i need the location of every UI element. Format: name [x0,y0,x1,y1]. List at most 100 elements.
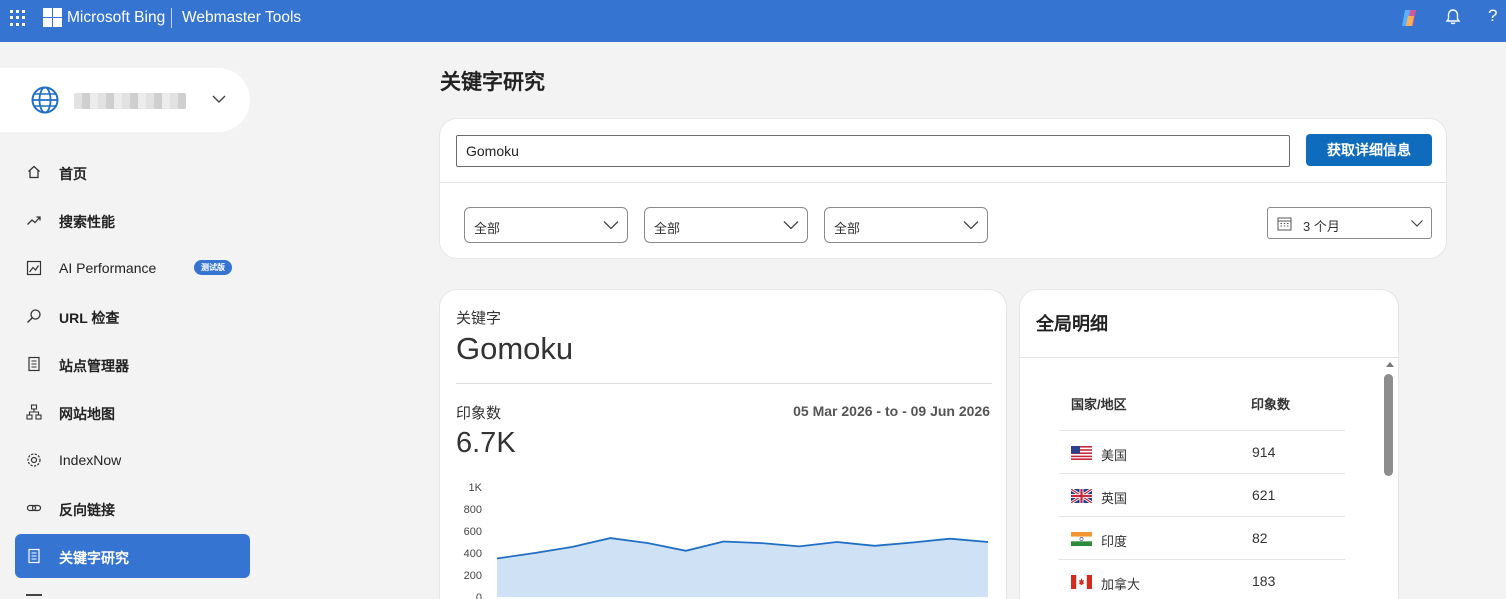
y-tick-label: 800 [464,504,482,516]
get-details-button[interactable]: 获取详细信息 [1306,134,1432,166]
country-name: 英国 [1101,491,1128,506]
ai-chart-icon [26,260,42,276]
product-name[interactable]: Webmaster Tools [182,9,301,27]
keyword-label: 关键字 [456,310,502,327]
scrollbar-thumb[interactable] [1384,374,1393,476]
home-icon [28,165,40,179]
site-url-redacted [74,93,186,109]
breakdown-title: 全局明细 [1036,314,1108,334]
sidebar-item-home[interactable]: 首页 [15,150,250,194]
microsoft-logo-icon [43,8,62,27]
table-row: 印度 82 [1059,517,1345,560]
filter-select-1[interactable]: 全部 [464,207,628,243]
help-icon[interactable]: ? [1488,6,1497,26]
sidebar-item-sitemaps[interactable]: 网站地图 [15,390,250,434]
impressions-count: 914 [1252,444,1276,460]
sidebar-item-label: AI Performance [59,260,157,276]
gear-icon [27,453,41,467]
uk-flag-icon [1071,489,1092,503]
date-range-text: 05 Mar 2026 - to - 09 Jun 2026 [793,403,990,419]
column-header-country[interactable]: 国家/地区 [1071,394,1127,413]
date-range-select[interactable]: 3 个月 [1267,207,1432,239]
country-name: 印度 [1101,534,1128,549]
sidebar-item-backlinks[interactable]: 反向链接 [15,486,250,530]
impressions-count: 183 [1252,573,1276,589]
y-tick-label: 200 [464,570,482,582]
search-card: 获取详细信息 全部 全部 全部 3 个月 [439,118,1447,259]
top-bar: Microsoft Bing Webmaster Tools ? [0,0,1506,42]
y-tick-label: 1K [469,482,483,494]
impressions-count: 621 [1252,487,1276,503]
sidebar-item-label: URL 检查 [59,310,120,326]
keyword-doc-icon [28,548,40,564]
divider [440,182,1446,183]
scroll-up-arrow-icon[interactable] [1386,362,1394,367]
country-name: 加拿大 [1101,577,1141,592]
sidebar-item-label: IndexNow [59,452,122,468]
sidebar-item-label: 首页 [59,166,87,182]
site-selector[interactable] [0,68,250,132]
sidebar-item-search-performance[interactable]: 搜索性能 [15,198,250,242]
copilot-icon[interactable] [1399,8,1419,28]
filter-select-2[interactable]: 全部 [644,207,808,243]
column-header-impressions[interactable]: 印象数 [1251,394,1290,413]
y-tick-label: 400 [464,548,482,560]
impressions-chart: 1K 800 600 400 200 0 [464,482,989,599]
sidebar-item-site-explorer[interactable]: 站点管理器 [15,342,250,386]
calendar-icon [1277,217,1292,231]
page-title: 关键字研究 [440,71,545,94]
india-flag-icon [1071,532,1092,546]
sidebar-item-indexnow[interactable]: IndexNow [15,438,250,482]
divider [456,383,992,384]
sidebar-item-label: 站点管理器 [59,358,129,374]
global-breakdown-card: 全局明细 国家/地区 印象数 美国 914 英国 621 印度 82 加拿大 1… [1019,289,1399,599]
table-row: 加拿大 183 [1059,560,1345,599]
sidebar-item-label: 反向链接 [59,502,115,518]
date-range-value: 3 个月 [1303,219,1340,234]
chevron-down-icon[interactable] [211,91,227,107]
keyword-card: 关键字 Gomoku 印象数 6.7K 05 Mar 2026 - to - 0… [439,289,1007,599]
sidebar-nav: 首页 搜索性能 AI Performance 测试版 URL 检查 站点管理器 … [15,150,250,582]
impressions-count: 82 [1252,530,1268,546]
chevron-down-icon [603,221,619,230]
brand-name[interactable]: Microsoft Bing [67,9,165,27]
country-name: 美国 [1101,448,1128,463]
impressions-value: 6.7K [456,427,516,459]
sidebar-next-item-icon[interactable] [26,594,42,598]
sidebar-item-ai-performance[interactable]: AI Performance 测试版 [15,246,250,290]
sidebar-item-label: 网站地图 [59,406,115,422]
trend-icon [27,216,41,225]
chevron-down-icon [1411,220,1423,227]
globe-icon [31,86,59,114]
keyword-search-input[interactable] [456,135,1290,167]
link-icon [26,504,42,512]
beta-badge: 测试版 [194,260,232,275]
impressions-label: 印象数 [456,405,502,422]
brand-divider [171,8,172,28]
app-launcher-icon[interactable] [10,9,27,26]
y-tick-label: 0 [476,592,482,599]
sidebar-item-label: 关键字研究 [59,550,129,566]
chevron-down-icon [783,221,799,230]
table-row: 英国 621 [1059,474,1345,517]
sitemap-icon [26,404,42,420]
document-icon [28,356,40,372]
sidebar-item-label: 搜索性能 [59,214,115,230]
chevron-down-icon [963,221,979,230]
country-table: 国家/地区 印象数 美国 914 英国 621 印度 82 加拿大 183 [1059,380,1345,599]
filter-value: 全部 [654,221,681,236]
filter-value: 全部 [834,221,861,236]
filter-select-3[interactable]: 全部 [824,207,988,243]
us-flag-icon [1071,446,1092,460]
sidebar-item-url-inspection[interactable]: URL 检查 [15,294,250,338]
keyword-value: Gomoku [456,331,574,366]
filter-value: 全部 [474,221,501,236]
table-row: 美国 914 [1059,431,1345,474]
divider [1020,357,1398,358]
table-header: 国家/地区 印象数 [1059,380,1345,431]
notification-bell-icon[interactable] [1444,8,1462,26]
search-icon [27,309,41,323]
canada-flag-icon [1071,575,1092,589]
y-tick-label: 600 [464,526,482,538]
sidebar-item-keyword-research[interactable]: 关键字研究 [15,534,250,578]
